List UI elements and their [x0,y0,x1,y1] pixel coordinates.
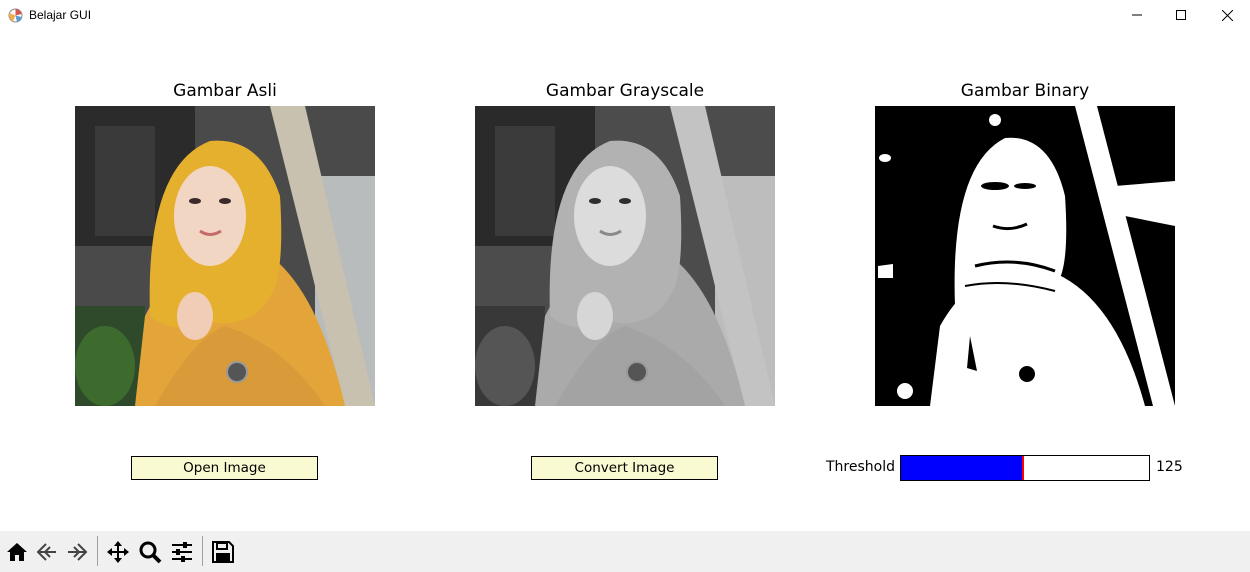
close-icon [1221,9,1233,21]
pan-icon [107,541,129,563]
save-icon [212,541,234,563]
binary-image [875,106,1175,406]
back-icon [36,543,56,561]
zoom-button[interactable] [136,538,164,566]
panel-title-binary: Gambar Binary [960,81,1090,101]
minimize-icon [1132,14,1142,16]
save-button[interactable] [209,538,237,566]
threshold-slider-handle[interactable] [1021,456,1024,480]
maximize-button[interactable] [1158,0,1204,30]
title-bar: Belajar GUI [0,0,1250,30]
grayscale-image [475,106,775,406]
maximize-icon [1176,10,1186,20]
forward-icon [68,543,88,561]
threshold-slider-fill [901,456,1023,480]
open-image-button[interactable]: Open Image [131,456,318,480]
original-image [75,106,375,406]
threshold-slider[interactable] [900,455,1150,481]
pan-button[interactable] [104,538,132,566]
close-button[interactable] [1204,0,1250,30]
panel-title-grayscale: Gambar Grayscale [545,81,705,101]
home-icon [7,543,27,561]
app-icon [8,8,23,23]
zoom-icon [139,541,162,564]
panel-title-original: Gambar Asli [173,81,277,101]
convert-image-button[interactable]: Convert Image [531,456,718,480]
configure-subplots-button[interactable] [168,538,196,566]
navigation-toolbar [0,531,1250,572]
back-button[interactable] [33,538,61,566]
configure-subplots-icon [172,542,192,562]
window-title: Belajar GUI [29,8,92,22]
threshold-label: Threshold [826,459,895,475]
minimize-button[interactable] [1114,0,1160,30]
toolbar-separator [202,536,203,566]
forward-button[interactable] [63,538,91,566]
toolbar-separator [97,536,98,566]
threshold-value: 125 [1156,459,1183,475]
home-button[interactable] [3,538,31,566]
